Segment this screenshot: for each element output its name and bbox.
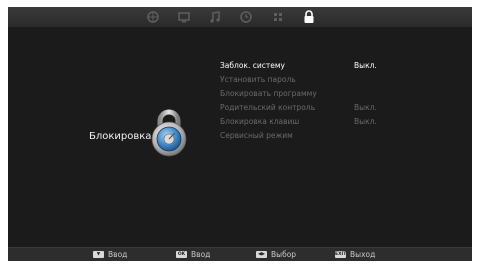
- menu-item-label: Блокировать программу: [220, 89, 317, 98]
- hint-enter-down: ▼ Ввод: [93, 250, 127, 259]
- menu-item-label: Сервисный режим: [220, 131, 293, 140]
- menu-item-label: Заблок. систему: [220, 61, 285, 70]
- globe-icon: [147, 11, 159, 23]
- hint-label: Ввод: [191, 250, 211, 259]
- settings-menu: Заблок. систему Выкл. Установить пароль …: [220, 59, 420, 143]
- section-title: Блокировка: [89, 131, 152, 142]
- exit-key-icon: EXIT: [335, 251, 347, 258]
- key-hint-bar: ▼ Ввод OK Ввод ◀▶ Выбор EXIT Выход: [8, 247, 472, 261]
- tab-globe[interactable]: [145, 9, 161, 25]
- padlock-icon: [151, 109, 187, 157]
- menu-item-service-mode[interactable]: Сервисный режим: [220, 129, 420, 143]
- monitor-icon: [178, 12, 190, 23]
- hint-select: ◀▶ Выбор: [256, 250, 296, 259]
- menu-item-label: Блокировка клавиш: [220, 117, 300, 126]
- down-arrow-key-icon: ▼: [93, 251, 104, 258]
- ok-key-icon: OK: [176, 251, 187, 258]
- left-right-key-icon: ◀▶: [256, 251, 267, 258]
- menu-item-label: Родительский контроль: [220, 103, 316, 112]
- hint-label: Выбор: [271, 250, 297, 259]
- hint-label: Ввод: [108, 250, 128, 259]
- tv-menu-screen: Блокировка Заблок. систему Выкл. Установ…: [8, 7, 472, 261]
- padlock-icon: [304, 10, 314, 23]
- menu-item-block-program[interactable]: Блокировать программу: [220, 87, 420, 101]
- tab-music[interactable]: [207, 9, 223, 25]
- menu-item-value: Выкл.: [354, 61, 377, 70]
- tab-monitor[interactable]: [176, 9, 192, 25]
- category-tab-bar: [8, 7, 472, 27]
- hint-enter-ok: OK Ввод: [176, 250, 210, 259]
- tab-clock[interactable]: [238, 9, 254, 25]
- hint-exit: EXIT Выход: [335, 250, 375, 259]
- menu-item-value: Выкл.: [354, 117, 377, 126]
- menu-item-lock-system[interactable]: Заблок. систему Выкл.: [220, 59, 420, 73]
- menu-item-set-password[interactable]: Установить пароль: [220, 73, 420, 87]
- grid-icon: [274, 13, 282, 21]
- tab-grid[interactable]: [270, 9, 286, 25]
- menu-item-value: Выкл.: [354, 103, 377, 112]
- clock-icon: [240, 11, 252, 23]
- music-note-icon: [210, 11, 220, 23]
- menu-item-parental-control[interactable]: Родительский контроль Выкл.: [220, 101, 420, 115]
- hint-label: Выход: [350, 250, 376, 259]
- tab-lock[interactable]: [300, 8, 318, 26]
- menu-item-label: Установить пароль: [220, 75, 296, 84]
- menu-item-key-lock[interactable]: Блокировка клавиш Выкл.: [220, 115, 420, 129]
